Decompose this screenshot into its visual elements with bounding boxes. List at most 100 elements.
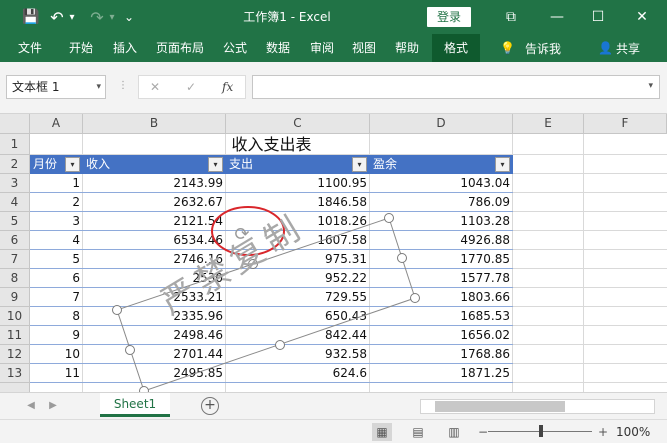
- zoom-slider-thumb[interactable]: [539, 425, 543, 437]
- row-header[interactable]: 7: [0, 250, 30, 269]
- prev-sheet-icon[interactable]: ◀: [22, 397, 40, 415]
- column-header-d[interactable]: D: [370, 114, 513, 134]
- tab-help[interactable]: 帮助: [395, 34, 419, 62]
- sheet-title[interactable]: 收入支出表: [30, 134, 513, 155]
- filter-dropdown-icon[interactable]: ▾: [65, 157, 80, 172]
- next-sheet-icon[interactable]: ▶: [44, 397, 62, 415]
- undo-dropdown-icon[interactable]: ▾: [66, 0, 78, 34]
- table-cell[interactable]: 932.58: [226, 345, 370, 364]
- table-cell[interactable]: 11: [30, 364, 83, 383]
- customize-toolbar-icon[interactable]: ⌄: [122, 0, 136, 34]
- row-header[interactable]: 8: [0, 269, 30, 288]
- close-button[interactable]: ✕: [619, 0, 665, 34]
- ribbon-display-options-icon[interactable]: ⧉: [488, 0, 534, 34]
- share-button[interactable]: 👤 共享: [598, 34, 640, 62]
- name-box[interactable]: 文本框 1 ▾: [6, 75, 106, 99]
- drag-handle-icon[interactable]: ⋮: [118, 80, 128, 91]
- column-header-c[interactable]: C: [226, 114, 370, 134]
- column-header-b[interactable]: B: [83, 114, 226, 134]
- table-cell[interactable]: 2495.85: [83, 364, 226, 383]
- table-cell[interactable]: 1043.04: [370, 174, 513, 193]
- formula-input[interactable]: ▾: [252, 75, 660, 99]
- redo-dropdown-icon[interactable]: ▾: [106, 0, 118, 34]
- sheet-tab-sheet1[interactable]: Sheet1: [100, 393, 170, 417]
- tab-formulas[interactable]: 公式: [223, 34, 247, 62]
- tab-insert[interactable]: 插入: [113, 34, 137, 62]
- row-header[interactable]: 13: [0, 364, 30, 383]
- tab-view[interactable]: 视图: [352, 34, 376, 62]
- login-button[interactable]: 登录: [427, 7, 471, 27]
- tab-page-layout[interactable]: 页面布局: [156, 34, 204, 62]
- table-cell[interactable]: 6: [30, 269, 83, 288]
- select-all-corner[interactable]: [0, 114, 30, 134]
- table-cell[interactable]: 2335.96: [83, 307, 226, 326]
- row-header[interactable]: 12: [0, 345, 30, 364]
- row-header[interactable]: 2: [0, 155, 30, 174]
- tab-data[interactable]: 数据: [266, 34, 290, 62]
- insert-function-icon[interactable]: fx: [222, 75, 233, 99]
- table-cell[interactable]: 1600.00: [226, 383, 370, 392]
- table-cell[interactable]: 729.55: [226, 288, 370, 307]
- column-header-a[interactable]: A: [30, 114, 83, 134]
- table-cell[interactable]: 9: [30, 326, 83, 345]
- tab-review[interactable]: 审阅: [310, 34, 334, 62]
- horizontal-scrollbar[interactable]: [420, 399, 655, 414]
- table-cell[interactable]: 8: [30, 307, 83, 326]
- zoom-out-icon[interactable]: −: [473, 423, 493, 441]
- table-header-cell[interactable]: 盈余 ▾: [370, 155, 513, 174]
- page-layout-view-icon[interactable]: ▤: [408, 423, 428, 441]
- table-cell[interactable]: 1770.85: [370, 250, 513, 269]
- redo-icon[interactable]: ↷: [88, 0, 106, 34]
- add-sheet-icon[interactable]: +: [201, 397, 219, 415]
- table-cell[interactable]: 12: [30, 383, 83, 392]
- table-cell[interactable]: 2701.44: [83, 345, 226, 364]
- page-break-view-icon[interactable]: ▥: [444, 423, 464, 441]
- filter-dropdown-icon[interactable]: ▾: [495, 157, 510, 172]
- table-cell[interactable]: 2632.67: [83, 193, 226, 212]
- chevron-down-icon[interactable]: ▾: [96, 76, 101, 98]
- table-cell[interactable]: 4: [30, 231, 83, 250]
- row-header[interactable]: 4: [0, 193, 30, 212]
- table-cell[interactable]: 1871.25: [370, 364, 513, 383]
- table-cell[interactable]: 2498.46: [83, 326, 226, 345]
- row-header[interactable]: 9: [0, 288, 30, 307]
- normal-view-icon[interactable]: ▦: [372, 423, 392, 441]
- column-header-e[interactable]: E: [513, 114, 584, 134]
- row-header[interactable]: 3: [0, 174, 30, 193]
- table-cell[interactable]: 3: [30, 212, 83, 231]
- table-cell[interactable]: 6534.46: [83, 231, 226, 250]
- maximize-button[interactable]: ☐: [575, 0, 621, 34]
- table-cell[interactable]: 1000.10: [370, 383, 513, 392]
- table-header-cell[interactable]: 月份 ▾: [30, 155, 83, 174]
- table-cell[interactable]: 624.6: [226, 364, 370, 383]
- table-cell[interactable]: 786.09: [370, 193, 513, 212]
- tell-me[interactable]: 💡 告诉我: [500, 34, 561, 62]
- table-header-cell[interactable]: 支出 ▾: [226, 155, 370, 174]
- minimize-button[interactable]: —: [534, 0, 580, 34]
- row-header[interactable]: 5: [0, 212, 30, 231]
- row-header[interactable]: 1: [0, 134, 30, 155]
- tab-home[interactable]: 开始: [69, 34, 93, 62]
- table-cell[interactable]: 1685.53: [370, 307, 513, 326]
- row-header[interactable]: 11: [0, 326, 30, 345]
- table-cell[interactable]: 1768.86: [370, 345, 513, 364]
- table-cell[interactable]: 1: [30, 174, 83, 193]
- undo-icon[interactable]: ↶: [48, 0, 66, 34]
- worksheet-grid[interactable]: ABCDEF1234567891011121314收入支出表月份▾收入▾支出▾盈…: [0, 114, 667, 392]
- cancel-icon[interactable]: ✕: [150, 75, 160, 99]
- table-cell[interactable]: 650.43: [226, 307, 370, 326]
- table-header-cell[interactable]: 收入 ▾: [83, 155, 226, 174]
- table-cell[interactable]: 842.44: [226, 326, 370, 345]
- row-header[interactable]: 10: [0, 307, 30, 326]
- table-cell[interactable]: 1846.58: [226, 193, 370, 212]
- zoom-in-icon[interactable]: +: [593, 423, 613, 441]
- table-cell[interactable]: 1100.95: [226, 174, 370, 193]
- table-cell[interactable]: 2121.54: [83, 212, 226, 231]
- enter-icon[interactable]: ✓: [186, 75, 196, 99]
- table-cell[interactable]: 1803.66: [370, 288, 513, 307]
- row-header[interactable]: 14: [0, 383, 30, 392]
- table-cell[interactable]: 5: [30, 250, 83, 269]
- tab-file[interactable]: 文件: [18, 34, 42, 62]
- table-cell[interactable]: 1656.02: [370, 326, 513, 345]
- table-cell[interactable]: 2700.00: [83, 383, 226, 392]
